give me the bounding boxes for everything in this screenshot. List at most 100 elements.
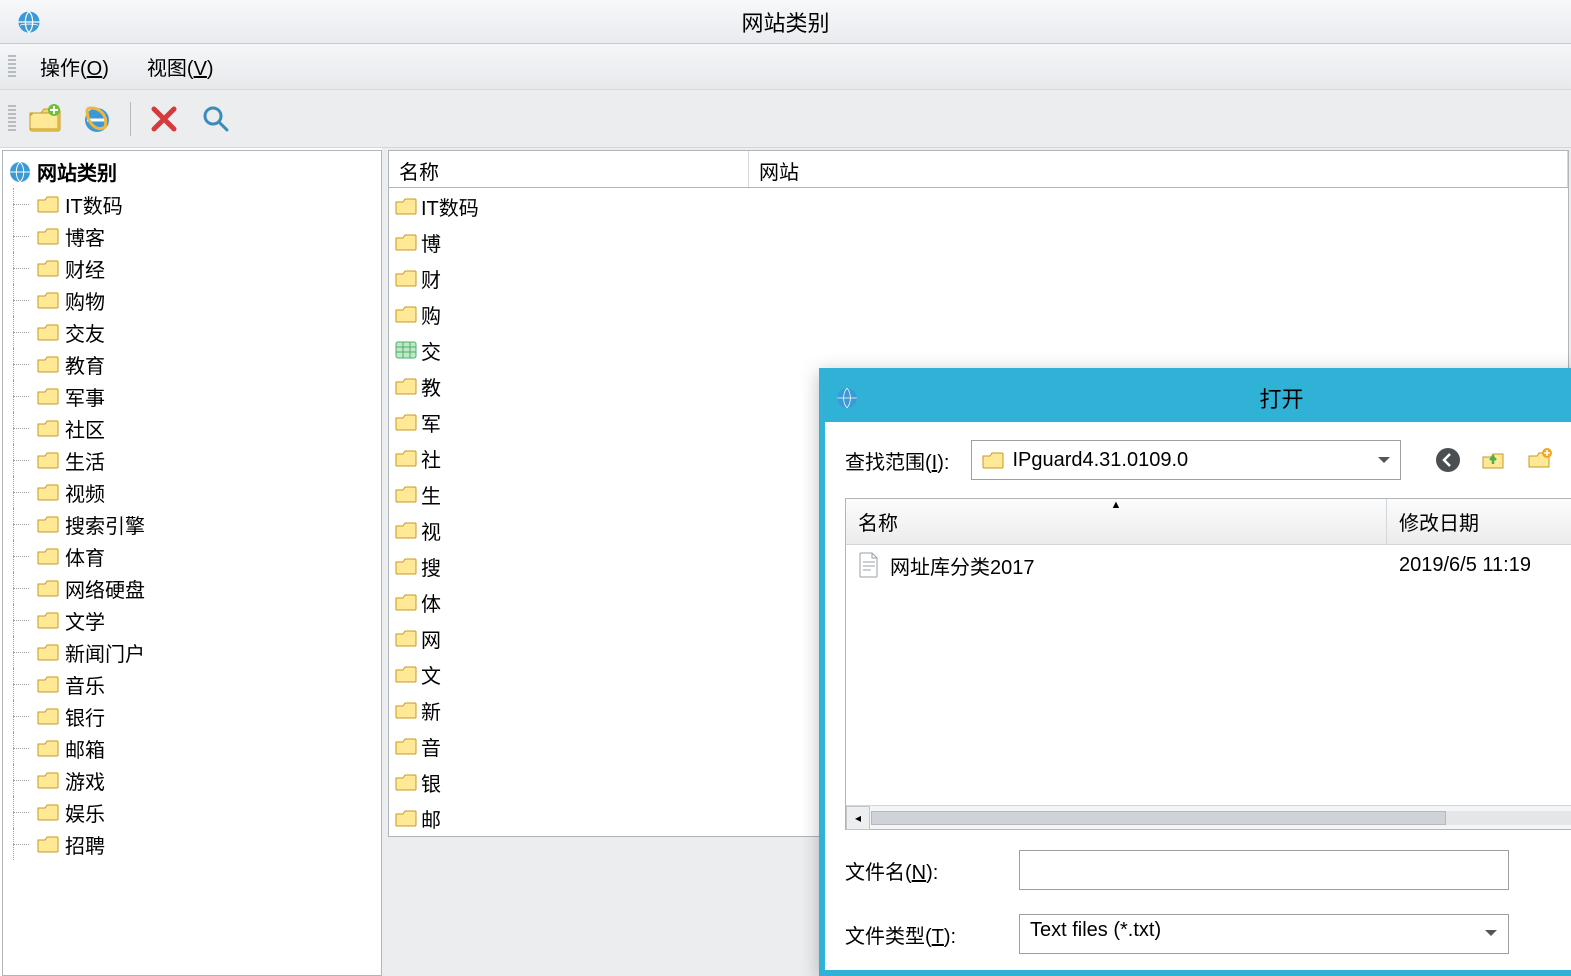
content-pane: 名称 网站 IT数码博财购交教军社生视搜体网文新音银邮 打开 ✕ 查找范围(I)…	[382, 148, 1571, 976]
back-icon	[1435, 447, 1461, 473]
list-item-label: 生	[421, 480, 441, 509]
file-col-name[interactable]: 名称▲	[846, 499, 1387, 544]
tree-item[interactable]: 视频	[3, 476, 381, 508]
menu-action[interactable]: 操作(O)	[26, 48, 123, 85]
file-list[interactable]: 名称▲ 修改日期 类型 网址库分类20172019/6/5 11:19TXT 文…	[845, 498, 1571, 830]
list-item-label: 网	[421, 624, 441, 653]
scroll-thumb[interactable]	[871, 811, 1446, 825]
folder-icon	[37, 707, 59, 725]
menu-bar: 操作(O) 视图(V)	[0, 44, 1571, 90]
tree-root-label: 网站类别	[37, 157, 117, 186]
folder-icon	[395, 629, 417, 647]
folder-icon	[395, 197, 417, 215]
list-item-label: 财	[421, 264, 441, 293]
tree-item[interactable]: 军事	[3, 380, 381, 412]
scroll-track[interactable]	[871, 811, 1571, 825]
folder-icon	[37, 387, 59, 405]
tree-item[interactable]: 博客	[3, 220, 381, 252]
folder-icon	[37, 739, 59, 757]
folder-icon	[395, 413, 417, 431]
look-in-combo[interactable]: IPguard4.31.0109.0	[971, 440, 1401, 480]
title-bar: 网站类别	[0, 0, 1571, 44]
category-tree[interactable]: 网站类别 IT数码博客财经购物交友教育军事社区生活视频搜索引擎体育网络硬盘文学新…	[2, 150, 382, 976]
list-item[interactable]: IT数码	[389, 188, 1568, 224]
scroll-left-button[interactable]: ◂	[846, 806, 870, 830]
open-dialog: 打开 ✕ 查找范围(I): IPguard4.31.0109.0	[819, 368, 1571, 976]
folder-icon	[37, 643, 59, 661]
tree-item[interactable]: 音乐	[3, 668, 381, 700]
up-button[interactable]	[1479, 445, 1509, 475]
list-item[interactable]: 交	[389, 332, 1568, 368]
file-col-date[interactable]: 修改日期	[1387, 499, 1571, 544]
dialog-title-bar[interactable]: 打开 ✕	[825, 374, 1571, 422]
tree-item[interactable]: 生活	[3, 444, 381, 476]
tree-item[interactable]: 文学	[3, 604, 381, 636]
tree-item[interactable]: 网络硬盘	[3, 572, 381, 604]
tree-item[interactable]: 财经	[3, 252, 381, 284]
tree-item-label: 教育	[65, 350, 105, 379]
col-site[interactable]: 网站	[749, 151, 1568, 187]
toolbar	[0, 90, 1571, 148]
search-icon	[201, 104, 231, 134]
tree-item[interactable]: 交友	[3, 316, 381, 348]
folder-icon	[395, 269, 417, 287]
list-item-label: 音	[421, 732, 441, 761]
menu-view[interactable]: 视图(V)	[133, 48, 228, 85]
list-item-label: 文	[421, 660, 441, 689]
tree-item-label: 军事	[65, 382, 105, 411]
folder-icon	[395, 377, 417, 395]
list-item[interactable]: 财	[389, 260, 1568, 296]
tree-root[interactable]: 网站类别	[3, 155, 381, 188]
tree-item[interactable]: 娱乐	[3, 796, 381, 828]
look-in-label: 查找范围(I):	[845, 446, 949, 475]
file-date: 2019/6/5 11:19	[1387, 554, 1571, 577]
new-folder-button[interactable]	[22, 96, 68, 142]
tree-item[interactable]: 社区	[3, 412, 381, 444]
folder-icon	[37, 419, 59, 437]
tree-item-label: 博客	[65, 222, 105, 251]
folder-icon	[395, 485, 417, 503]
tree-item[interactable]: 银行	[3, 700, 381, 732]
filename-input[interactable]	[1019, 850, 1509, 890]
delete-icon	[149, 104, 179, 134]
tree-item[interactable]: IT数码	[3, 188, 381, 220]
tree-item[interactable]: 招聘	[3, 828, 381, 860]
list-item-label: 军	[421, 408, 441, 437]
delete-button[interactable]	[141, 96, 187, 142]
folder-icon	[395, 773, 417, 791]
text-file-icon	[858, 552, 880, 578]
list-item[interactable]: 购	[389, 296, 1568, 332]
tree-item[interactable]: 邮箱	[3, 732, 381, 764]
list-item[interactable]: 博	[389, 224, 1568, 260]
new-folder-nav-button[interactable]	[1525, 445, 1555, 475]
file-hscrollbar[interactable]: ◂ ▸	[846, 805, 1571, 829]
folder-icon	[395, 557, 417, 575]
tree-item-label: 音乐	[65, 670, 105, 699]
folder-icon	[37, 803, 59, 821]
ie-icon	[81, 103, 113, 135]
toolbar-grip-icon	[8, 105, 16, 133]
folder-icon	[37, 355, 59, 373]
tree-item[interactable]: 体育	[3, 540, 381, 572]
tree-item[interactable]: 教育	[3, 348, 381, 380]
tree-item-label: 生活	[65, 446, 105, 475]
file-row[interactable]: 网址库分类20172019/6/5 11:19TXT 文件	[846, 545, 1571, 585]
filetype-select[interactable]: Text files (*.txt)	[1019, 914, 1509, 954]
tree-item[interactable]: 游戏	[3, 764, 381, 796]
back-button[interactable]	[1433, 445, 1463, 475]
search-button[interactable]	[193, 96, 239, 142]
tree-item-label: 文学	[65, 606, 105, 635]
browser-button[interactable]	[74, 96, 120, 142]
list-item-label: 博	[421, 228, 441, 257]
folder-icon	[37, 451, 59, 469]
tree-item[interactable]: 购物	[3, 284, 381, 316]
list-item-label: 购	[421, 300, 441, 329]
col-name[interactable]: 名称	[389, 151, 749, 187]
sort-asc-icon: ▲	[1111, 499, 1122, 511]
up-folder-icon	[1481, 447, 1507, 473]
tree-item[interactable]: 新闻门户	[3, 636, 381, 668]
tree-item[interactable]: 搜索引擎	[3, 508, 381, 540]
folder-icon	[395, 737, 417, 755]
toolbar-sep	[130, 102, 131, 136]
list-item-label: 体	[421, 588, 441, 617]
